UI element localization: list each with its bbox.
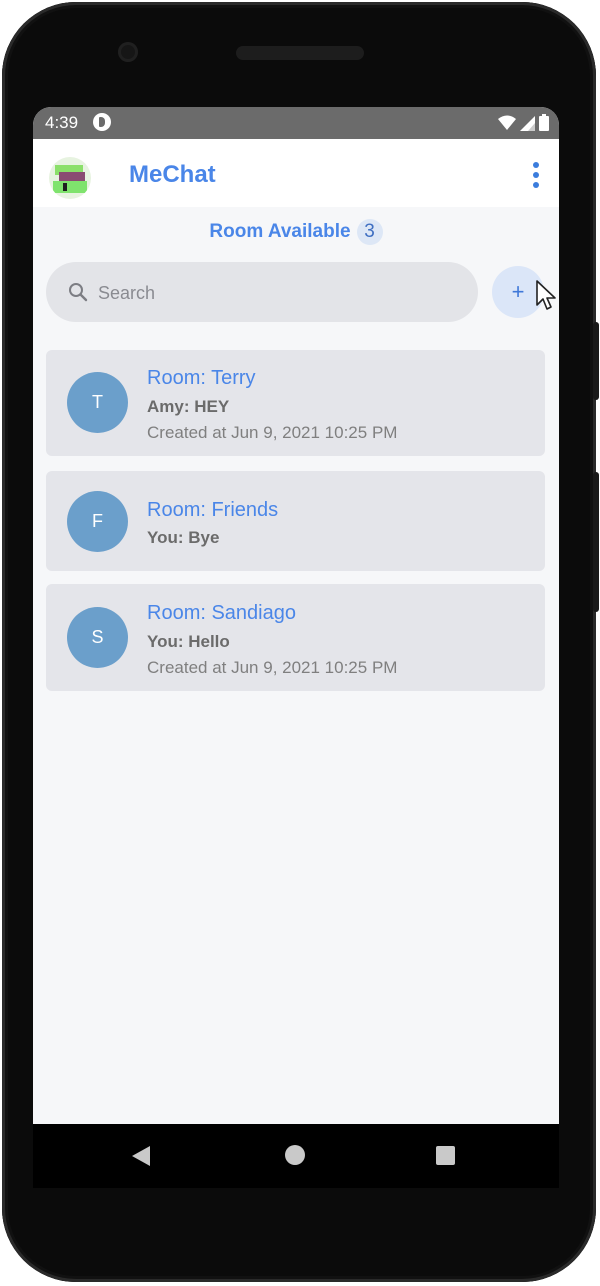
room-last-message: You: Hello — [147, 632, 230, 651]
room-created-at: Created at Jun 9, 2021 10:25 PM — [147, 658, 398, 677]
mouse-pointer-icon — [536, 280, 556, 310]
room-card[interactable]: T Room: Terry Amy: HEY Created at Jun 9,… — [46, 350, 545, 456]
room-avatar: S — [67, 607, 128, 668]
room-last-message: Amy: HEY — [147, 397, 230, 416]
room-avatar: T — [67, 372, 128, 433]
app-title: MeChat — [129, 161, 216, 188]
search-icon — [69, 283, 88, 302]
recents-icon[interactable] — [436, 1146, 455, 1165]
logo-shape — [53, 181, 87, 193]
app-bar: MeChat — [33, 139, 559, 207]
battery-icon — [539, 114, 549, 131]
rooms-count-badge: 3 — [356, 219, 383, 245]
power-button — [593, 322, 599, 400]
menu-dot — [533, 182, 539, 188]
room-created-at: Created at Jun 9, 2021 10:25 PM — [147, 423, 398, 442]
room-name: Room: Sandiago — [147, 602, 296, 624]
search-bar[interactable] — [46, 262, 478, 324]
search-input[interactable] — [96, 262, 460, 324]
app-screen: 4:39 MeChat Room Available 3 Search + T … — [33, 107, 559, 1124]
home-icon[interactable] — [285, 1145, 305, 1165]
rooms-available-label: Room Available — [209, 221, 351, 242]
wifi-icon — [498, 115, 516, 130]
earpiece-speaker — [236, 46, 364, 60]
room-last-message: You: Bye — [147, 528, 220, 547]
menu-dot — [533, 172, 539, 178]
navigation-bar — [33, 1124, 559, 1188]
front-camera — [118, 42, 138, 62]
room-avatar: F — [67, 491, 128, 552]
room-name: Room: Friends — [147, 499, 279, 521]
back-icon[interactable] — [132, 1146, 150, 1166]
status-icons — [498, 114, 549, 131]
app-logo[interactable] — [49, 157, 91, 199]
room-name: Room: Terry — [147, 367, 256, 389]
rooms-available-header: Room Available 3 — [33, 219, 559, 245]
menu-dot — [533, 162, 539, 168]
signal-icon — [520, 115, 535, 131]
status-bar: 4:39 — [33, 107, 559, 139]
volume-button — [593, 472, 599, 612]
app-notification-icon — [93, 113, 111, 131]
room-card[interactable]: S Room: Sandiago You: Hello Created at J… — [46, 584, 545, 691]
status-time: 4:39 — [45, 113, 79, 132]
logo-shape — [63, 183, 67, 191]
more-vert-icon[interactable] — [521, 157, 551, 193]
room-card[interactable]: F Room: Friends You: Bye — [46, 471, 545, 571]
